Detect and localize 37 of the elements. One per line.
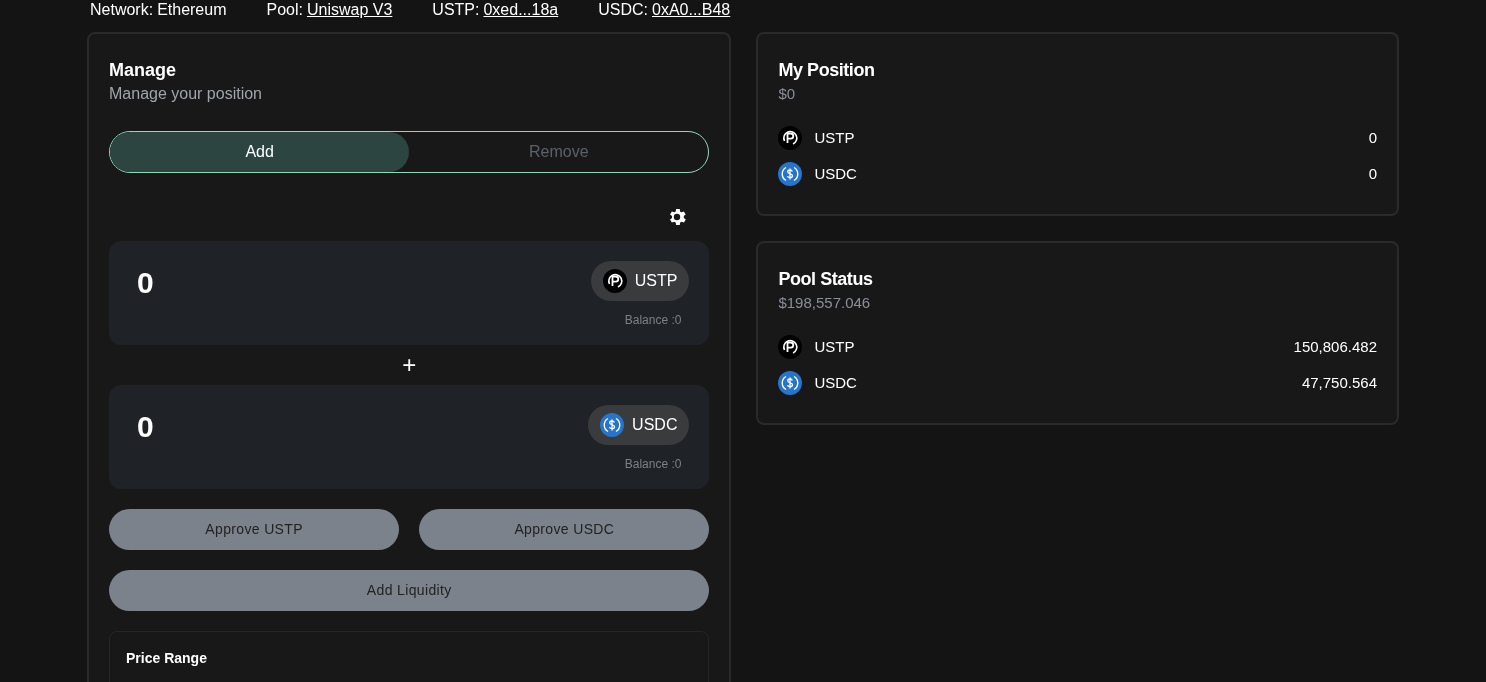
token-name: USDC xyxy=(814,372,857,393)
p-coin-icon xyxy=(602,269,627,293)
panel-subtitle: Manage your position xyxy=(109,84,263,104)
panel-title: Manage xyxy=(109,59,178,82)
info-link[interactable]: 0xed...18a xyxy=(483,0,559,22)
balance-text: Balance :0 xyxy=(624,456,682,473)
tab[interactable]: Add xyxy=(110,132,410,172)
dollar-coin-icon xyxy=(600,413,625,437)
plus-sign: + xyxy=(402,351,417,379)
total-value: $0 xyxy=(778,84,797,104)
info-value: Ethereum xyxy=(157,0,227,20)
info-label: USTP: xyxy=(432,0,480,20)
card-title: Pool Status xyxy=(778,268,874,291)
token-selector[interactable]: USDC xyxy=(588,405,690,445)
amount-input[interactable]: 0 xyxy=(137,261,437,303)
info-label: USDC: xyxy=(598,0,648,20)
total-value: $198,557.046 xyxy=(778,293,872,313)
balance-text: Balance :0 xyxy=(624,312,682,329)
p-coin-icon xyxy=(778,126,803,150)
info-label: Network: xyxy=(90,0,154,20)
dollar-coin-icon xyxy=(778,162,803,186)
token-selector[interactable]: USTP xyxy=(590,261,690,301)
token-amount: 0 xyxy=(1368,127,1377,148)
token-name: USTP xyxy=(814,336,855,357)
card-title: My Position xyxy=(778,59,876,82)
p-coin-icon xyxy=(778,335,803,359)
token-amount: 0 xyxy=(1368,163,1377,184)
info-label: Pool: xyxy=(266,0,303,20)
section-title: Price Range xyxy=(126,649,208,668)
token-amount: 47,750.564 xyxy=(1301,372,1377,393)
amount-input[interactable]: 0 xyxy=(137,405,437,447)
info-link[interactable]: Uniswap V3 xyxy=(306,0,393,22)
info-link[interactable]: 0xA0...B48 xyxy=(652,0,731,22)
token-amount: 150,806.482 xyxy=(1293,336,1377,357)
dollar-coin-icon xyxy=(778,371,803,395)
token-name: USDC xyxy=(814,163,857,184)
token-name: USTP xyxy=(814,127,855,148)
